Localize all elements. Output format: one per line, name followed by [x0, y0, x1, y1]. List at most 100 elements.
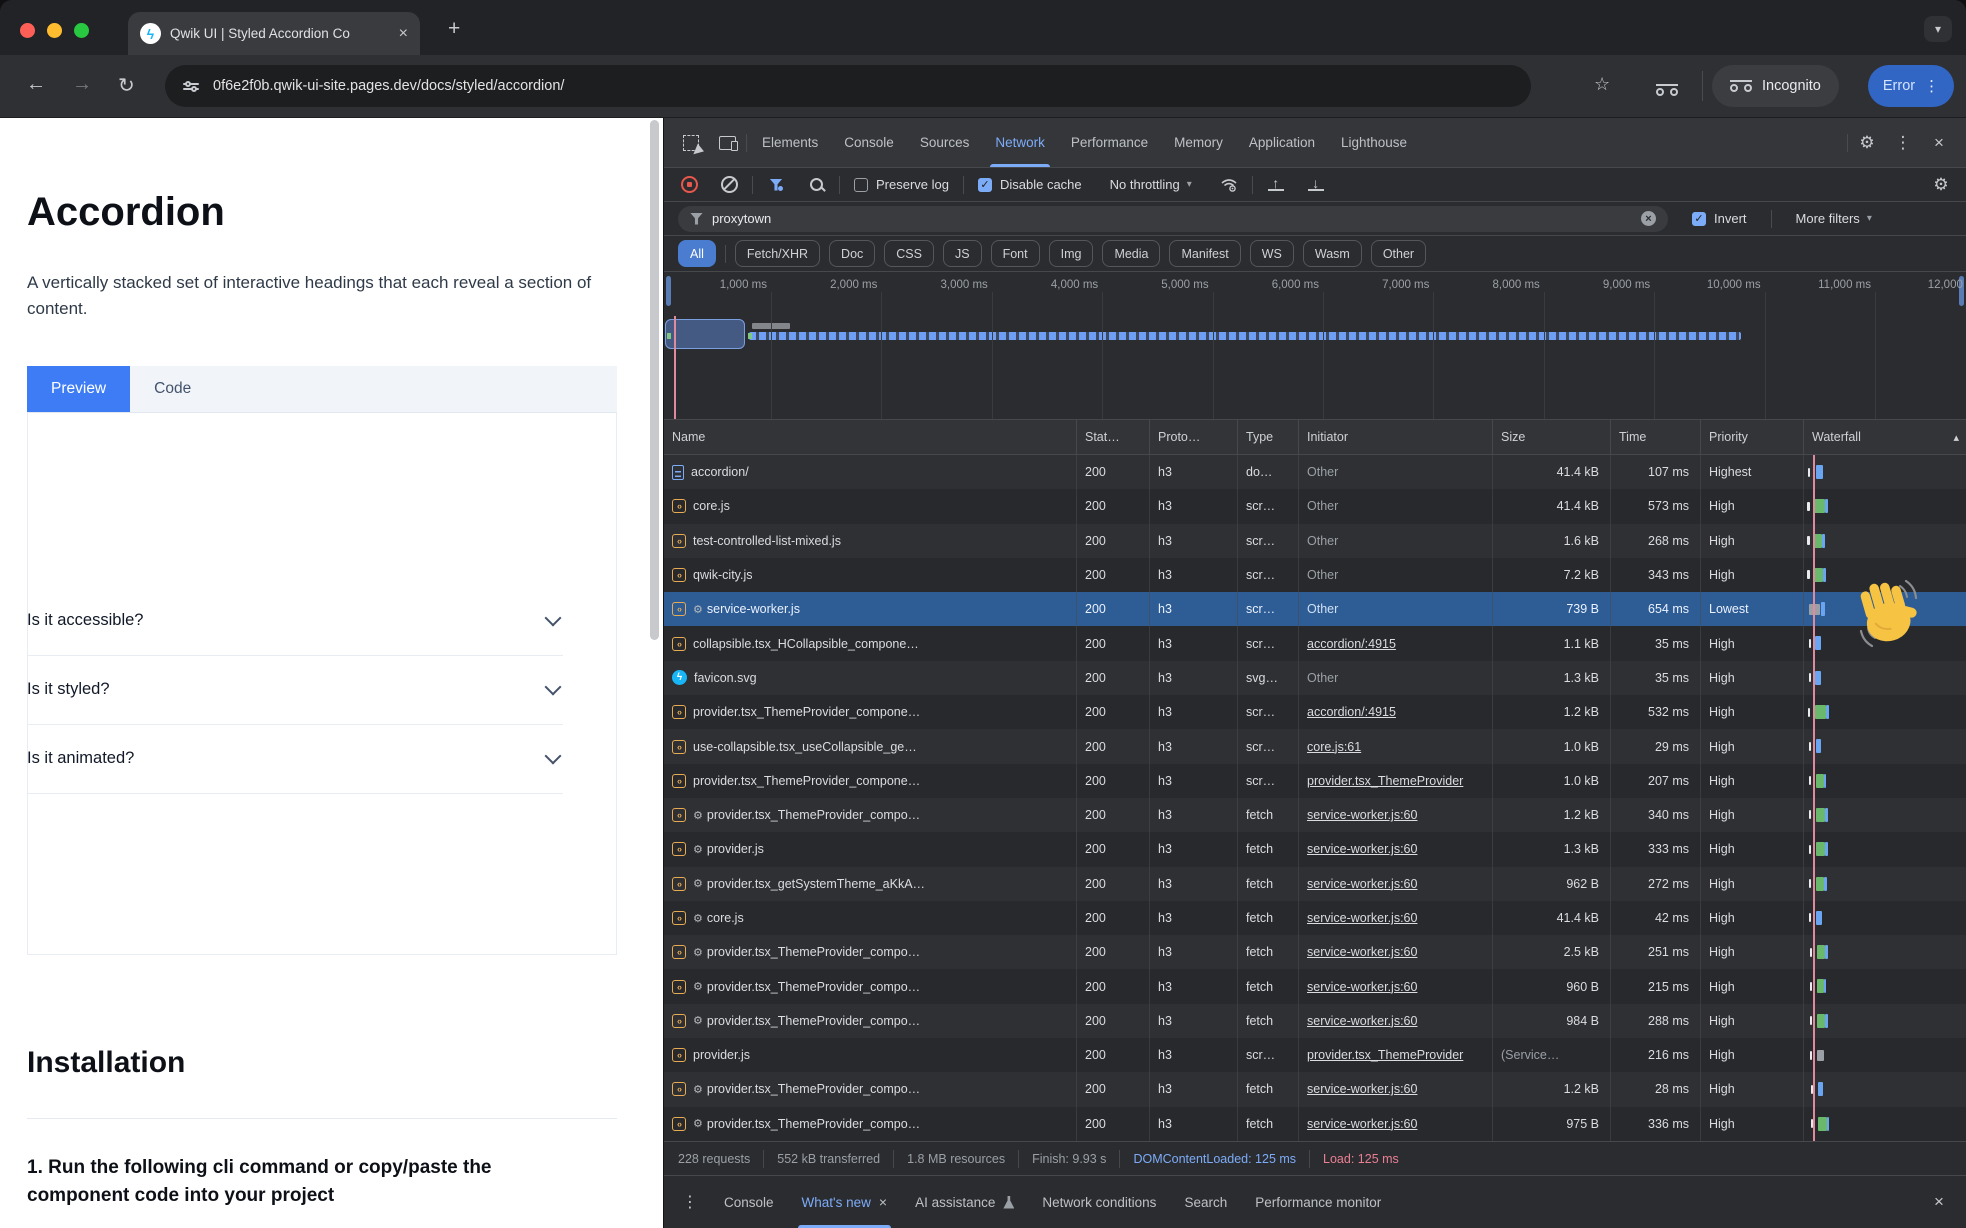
name-cell[interactable]: ‹›⚙provider.tsx_ThemeProvider_compo… — [664, 1072, 1077, 1106]
name-cell[interactable]: ‹›provider.tsx_ThemeProvider_compone… — [664, 695, 1077, 729]
filter-chip-css[interactable]: CSS — [884, 240, 934, 267]
macos-minimize-button[interactable] — [47, 23, 62, 38]
accordion-item-accessible[interactable]: Is it accessible? — [27, 586, 563, 656]
table-row[interactable]: ‹›⚙provider.tsx_ThemeProvider_compo…200h… — [664, 1072, 1966, 1106]
address-bar[interactable]: 0f6e2f0b.qwik-ui-site.pages.dev/docs/sty… — [165, 65, 1531, 107]
devtools-tab-network[interactable]: Network — [982, 118, 1058, 167]
drawer-tab-network-conditions[interactable]: Network conditions — [1028, 1176, 1170, 1228]
filter-input[interactable]: proxytown × — [678, 206, 1668, 232]
forward-button[interactable]: → — [72, 73, 92, 96]
table-row[interactable]: ‹›core.js200h3scr…Other41.4 kB573 msHigh — [664, 489, 1966, 523]
filter-chip-font[interactable]: Font — [991, 240, 1040, 267]
drawer-tab-what-s-new[interactable]: What's new× — [788, 1176, 902, 1228]
browser-tab[interactable]: ϟ Qwik UI | Styled Accordion Co × — [128, 12, 420, 55]
table-row[interactable]: ‹›⚙provider.js200h3fetchservice-worker.j… — [664, 832, 1966, 866]
name-cell[interactable]: accordion/ — [664, 455, 1077, 489]
reload-button[interactable]: ↻ — [118, 73, 135, 98]
network-conditions-icon[interactable] — [1212, 168, 1246, 201]
column-header-waterfall[interactable]: Waterfall▴ — [1804, 420, 1966, 454]
name-cell[interactable]: ‹›⚙provider.tsx_ThemeProvider_compo… — [664, 798, 1077, 832]
inspect-element-icon[interactable] — [674, 118, 708, 167]
more-menu-icon[interactable]: ⋮ — [1924, 77, 1939, 95]
filter-chip-media[interactable]: Media — [1102, 240, 1160, 267]
accordion-item-styled[interactable]: Is it styled? — [27, 655, 563, 725]
table-row[interactable]: ‹›⚙service-worker.js200h3scr…Other739 B6… — [664, 592, 1966, 626]
page-scrollbar[interactable] — [650, 120, 659, 640]
table-row[interactable]: ‹›⚙provider.tsx_getSystemTheme_aKkA…200h… — [664, 867, 1966, 901]
invert-checkbox[interactable]: ✓ — [1692, 212, 1706, 226]
filter-chip-js[interactable]: JS — [943, 240, 982, 267]
name-cell[interactable]: ‹›⚙service-worker.js — [664, 592, 1077, 626]
table-row[interactable]: accordion/200h3do…Other41.4 kB107 msHigh… — [664, 455, 1966, 489]
table-row[interactable]: ‹›provider.js200h3scr…provider.tsx_Theme… — [664, 1038, 1966, 1072]
table-row[interactable]: ‹›provider.tsx_ThemeProvider_compone…200… — [664, 764, 1966, 798]
accordion-item-animated[interactable]: Is it animated? — [27, 724, 563, 794]
device-toolbar-icon[interactable] — [710, 118, 744, 167]
bookmark-star-icon[interactable]: ☆ — [1594, 74, 1610, 95]
name-cell[interactable]: ‹›provider.js — [664, 1038, 1077, 1072]
drawer-tab-ai-assistance[interactable]: AI assistance — [901, 1176, 1028, 1228]
filter-chip-img[interactable]: Img — [1049, 240, 1094, 267]
name-cell[interactable]: ‹›⚙provider.tsx_ThemeProvider_compo… — [664, 969, 1077, 1003]
devtools-tab-application[interactable]: Application — [1236, 118, 1328, 167]
devtools-close-icon[interactable]: × — [1922, 118, 1956, 167]
table-row[interactable]: ‹›⚙provider.tsx_ThemeProvider_compo…200h… — [664, 798, 1966, 832]
table-row[interactable]: ‹›⚙provider.tsx_ThemeProvider_compo…200h… — [664, 1107, 1966, 1141]
filter-toggle-icon[interactable] — [759, 168, 793, 201]
table-row[interactable]: ‹›⚙provider.tsx_ThemeProvider_compo…200h… — [664, 1004, 1966, 1038]
filter-chip-wasm[interactable]: Wasm — [1303, 240, 1362, 267]
drawer-menu-icon[interactable]: ⋮ — [674, 1192, 706, 1212]
devtools-menu-icon[interactable]: ⋮ — [1886, 118, 1920, 167]
drawer-tab-search[interactable]: Search — [1170, 1176, 1241, 1228]
more-filters-dropdown[interactable]: More filters ▾ — [1796, 211, 1872, 226]
filter-chip-ws[interactable]: WS — [1250, 240, 1294, 267]
filter-chip-doc[interactable]: Doc — [829, 240, 875, 267]
devtools-tab-sources[interactable]: Sources — [907, 118, 983, 167]
name-cell[interactable]: ‹›provider.tsx_ThemeProvider_compone… — [664, 764, 1077, 798]
invert-control[interactable]: ✓ Invert — [1678, 211, 1747, 226]
devtools-tab-elements[interactable]: Elements — [749, 118, 831, 167]
name-cell[interactable]: ‹›use-collapsible.tsx_useCollapsible_ge… — [664, 729, 1077, 763]
drawer-close-icon[interactable]: × — [1922, 1176, 1956, 1228]
throttling-dropdown[interactable]: No throttling ▾ — [1096, 177, 1206, 192]
network-overview[interactable]: 1,000 ms2,000 ms3,000 ms4,000 ms5,000 ms… — [664, 272, 1966, 420]
import-har-icon[interactable]: ↑ — [1259, 168, 1293, 201]
filter-value[interactable]: proxytown — [712, 211, 1632, 226]
column-header-stat[interactable]: Stat… — [1077, 420, 1150, 454]
table-row[interactable]: ‹›⚙provider.tsx_ThemeProvider_compo…200h… — [664, 935, 1966, 969]
devtools-tab-lighthouse[interactable]: Lighthouse — [1328, 118, 1420, 167]
profile-error-button[interactable]: Error ⋮ — [1868, 65, 1954, 107]
column-header-size[interactable]: Size — [1493, 420, 1611, 454]
name-cell[interactable]: ‹›⚙provider.tsx_ThemeProvider_compo… — [664, 935, 1077, 969]
name-cell[interactable]: ‹›⚙provider.tsx_getSystemTheme_aKkA… — [664, 867, 1077, 901]
name-cell[interactable]: ϟfavicon.svg — [664, 661, 1077, 695]
filter-chip-all[interactable]: All — [678, 240, 716, 267]
clear-filter-icon[interactable]: × — [1641, 211, 1656, 226]
clear-network-log-icon[interactable] — [712, 168, 746, 201]
table-row[interactable]: ‹›⚙core.js200h3fetchservice-worker.js:60… — [664, 901, 1966, 935]
tab-code[interactable]: Code — [130, 366, 215, 412]
name-cell[interactable]: ‹›⚙core.js — [664, 901, 1077, 935]
name-cell[interactable]: ‹›qwik-city.js — [664, 558, 1077, 592]
column-header-time[interactable]: Time — [1611, 420, 1701, 454]
name-cell[interactable]: ‹›collapsible.tsx_HCollapsible_compone… — [664, 626, 1077, 660]
devtools-tab-memory[interactable]: Memory — [1161, 118, 1236, 167]
table-row[interactable]: ‹›⚙provider.tsx_ThemeProvider_compo…200h… — [664, 969, 1966, 1003]
site-settings-icon[interactable] — [183, 83, 199, 90]
table-row[interactable]: ‹›collapsible.tsx_HCollapsible_compone…2… — [664, 626, 1966, 660]
table-row[interactable]: ϟfavicon.svg200h3svg…Other1.3 kB35 msHig… — [664, 661, 1966, 695]
drawer-tab-performance-monitor[interactable]: Performance monitor — [1241, 1176, 1395, 1228]
tab-close-icon[interactable]: × — [399, 25, 408, 43]
devtools-tab-console[interactable]: Console — [831, 118, 907, 167]
tab-search-button[interactable]: ▾ — [1924, 16, 1952, 42]
back-button[interactable]: ← — [26, 73, 46, 96]
export-har-icon[interactable]: ↓ — [1299, 168, 1333, 201]
table-row[interactable]: ‹›provider.tsx_ThemeProvider_compone…200… — [664, 695, 1966, 729]
drawer-tab-console[interactable]: Console — [710, 1176, 788, 1228]
overview-selection[interactable] — [665, 319, 745, 349]
disable-cache-control[interactable]: ✓ Disable cache — [970, 177, 1090, 192]
filter-chip-manifest[interactable]: Manifest — [1169, 240, 1240, 267]
record-network-log-icon[interactable] — [672, 168, 706, 201]
column-header-proto[interactable]: Proto… — [1150, 420, 1238, 454]
column-header-type[interactable]: Type — [1238, 420, 1299, 454]
